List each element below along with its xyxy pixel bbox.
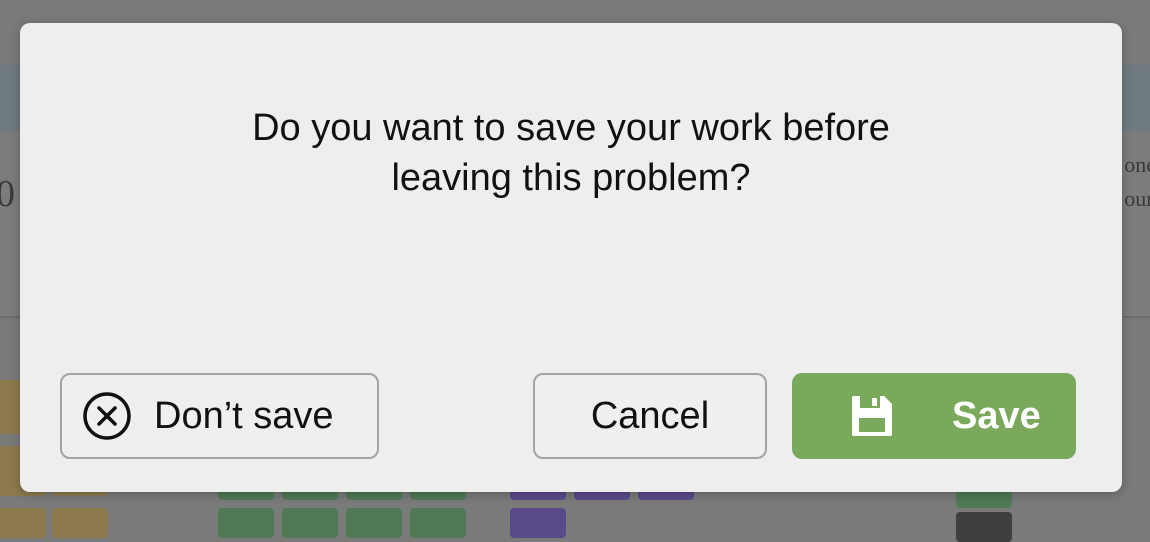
dont-save-button[interactable]: Don’t save xyxy=(60,373,379,459)
floppy-disk-icon xyxy=(852,396,892,436)
save-label: Save xyxy=(952,394,1041,437)
dont-save-label: Don’t save xyxy=(154,394,334,437)
save-button[interactable]: Save xyxy=(792,373,1076,459)
background-tile xyxy=(282,508,338,538)
background-tile xyxy=(346,508,402,538)
background-text-line: our xyxy=(1124,186,1150,211)
background-tile xyxy=(52,508,108,538)
background-tile xyxy=(0,508,46,538)
background-text-line: one xyxy=(1124,152,1150,177)
cancel-button[interactable]: Cancel xyxy=(533,373,767,459)
background-tile xyxy=(956,512,1012,542)
background-tile xyxy=(218,508,274,538)
save-work-dialog: Do you want to save your work before lea… xyxy=(20,23,1122,492)
background-text-fragment-right: one our xyxy=(1124,148,1150,216)
background-tile xyxy=(510,508,566,538)
dialog-message: Do you want to save your work before lea… xyxy=(252,107,890,199)
background-tile xyxy=(410,508,466,538)
circle-x-icon xyxy=(83,392,131,440)
background-text-fragment-left: 0 xyxy=(0,173,15,215)
cancel-label: Cancel xyxy=(590,394,710,437)
